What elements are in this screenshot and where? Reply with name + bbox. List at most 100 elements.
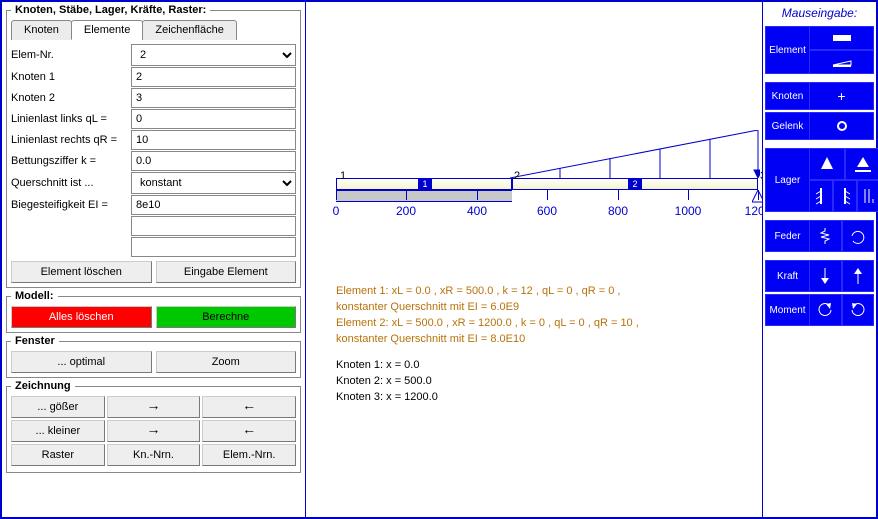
knoten2-input[interactable]: [131, 88, 296, 108]
zeichnung-fieldset: Zeichnung ... gößer → ← ... kleiner → ← …: [6, 380, 301, 473]
node-number-2: 2: [514, 170, 520, 182]
tool-label-element: Element: [765, 26, 809, 74]
input-element-button[interactable]: Eingabe Element: [156, 261, 297, 283]
tab-zeichenflaeche[interactable]: Zeichenfläche: [142, 20, 237, 40]
arrow-right-button-2[interactable]: →: [107, 420, 201, 442]
ei-label: Biegesteifigkeit EI =: [11, 199, 131, 211]
axis-label: 800: [608, 204, 628, 218]
elem-nrn-button[interactable]: Elem.-Nrn.: [202, 444, 296, 466]
tool-group-knoten: Knoten +: [765, 82, 874, 110]
element-tag-1: 1: [418, 179, 432, 189]
optimal-button[interactable]: ... optimal: [11, 351, 152, 373]
tool-feder-rotational[interactable]: [842, 220, 875, 252]
tool-label-moment: Moment: [765, 294, 809, 326]
dash-support-icon: [858, 185, 878, 207]
arrow-right-button[interactable]: →: [107, 396, 201, 418]
fixed-right-icon: [834, 185, 856, 207]
quer-label: Querschnitt ist ...: [11, 177, 131, 189]
tool-lager-dash[interactable]: [857, 180, 878, 212]
knoten1-input[interactable]: [131, 67, 296, 87]
spacer-input-1[interactable]: [131, 216, 296, 236]
tool-lager-pinned[interactable]: [809, 148, 845, 180]
quer-select[interactable]: konstant: [131, 172, 296, 194]
tool-lager-fixed-left[interactable]: [809, 180, 833, 212]
mouse-input-title: Mauseingabe:: [782, 4, 857, 26]
arrow-left-icon: ←: [242, 421, 256, 437]
tool-moment-cw[interactable]: [842, 294, 875, 326]
delete-all-button[interactable]: Alles löschen: [11, 306, 152, 328]
beam-rect-icon: [831, 27, 853, 49]
tool-label-lager: Lager: [765, 148, 809, 212]
roller-support-icon: [852, 153, 874, 175]
calculate-button[interactable]: Berechne: [156, 306, 297, 328]
beam-trapezoid-icon: [831, 51, 853, 73]
tab-elemente[interactable]: Elemente: [71, 20, 143, 40]
beam-diagram: 1 2 1 2 3 0 200 400 600 800 1000 1200: [336, 152, 762, 272]
tool-feder-linear[interactable]: [809, 220, 842, 252]
properties-fieldset: Knoten, Stäbe, Lager, Kräfte, Raster: Kn…: [6, 4, 301, 288]
qr-input[interactable]: [131, 130, 296, 150]
axis-tick: [336, 190, 337, 200]
kn-nrn-button[interactable]: Kn.-Nrn.: [107, 444, 201, 466]
tab-knoten[interactable]: Knoten: [11, 20, 72, 40]
elem-nr-select[interactable]: 2: [131, 44, 296, 66]
drawing-canvas[interactable]: 1 2 1 2 3 0 200 400 600 800 1000 1200 El…: [306, 2, 762, 517]
arrow-left-icon: ←: [242, 397, 256, 413]
moment-cw-icon: [847, 299, 869, 321]
tool-group-element: Element: [765, 26, 874, 74]
tabs: Knoten Elemente Zeichenfläche: [11, 20, 296, 40]
node-number-1: 1: [340, 170, 346, 182]
left-panel: Knoten, Stäbe, Lager, Kräfte, Raster: Kn…: [2, 2, 306, 517]
spacer-input-2[interactable]: [131, 237, 296, 257]
tool-kraft-down[interactable]: [809, 260, 842, 292]
right-toolbar: Mauseingabe: Element Knoten + Gelenk Lag…: [762, 2, 876, 517]
info-knoten-2: Knoten 2: x = 500.0: [336, 374, 639, 390]
ql-input[interactable]: [131, 109, 296, 129]
spring-icon: [814, 225, 836, 247]
knoten1-label: Knoten 1: [11, 71, 131, 83]
tool-lager-roller[interactable]: [845, 148, 878, 180]
tool-kraft-up[interactable]: [842, 260, 875, 292]
tool-group-lager: Lager: [765, 148, 874, 212]
info-element-1b: konstanter Querschnitt mit EI = 6.0E9: [336, 300, 639, 316]
element-tag-2: 2: [628, 179, 642, 189]
properties-legend: Knoten, Stäbe, Lager, Kräfte, Raster:: [11, 4, 210, 16]
raster-button[interactable]: Raster: [11, 444, 105, 466]
hinge-icon: [831, 115, 853, 137]
moment-ccw-icon: [814, 299, 836, 321]
bett-label: Bettungsziffer k =: [11, 155, 131, 167]
info-element-2a: Element 2: xL = 500.0 , xR = 1200.0 , k …: [336, 316, 639, 332]
tool-beam-rect[interactable]: [809, 26, 874, 50]
arrow-right-icon: →: [147, 421, 161, 437]
fixed-left-icon: [810, 185, 832, 207]
axis-label: 1000: [675, 204, 702, 218]
tool-moment-ccw[interactable]: [809, 294, 842, 326]
tool-group-moment: Moment: [765, 294, 874, 326]
axis-tick: [688, 190, 689, 200]
bigger-button[interactable]: ... gößer: [11, 396, 105, 418]
pinned-support-icon: [816, 153, 838, 175]
tool-label-feder: Feder: [765, 220, 809, 252]
tool-lager-fixed-right[interactable]: [833, 180, 857, 212]
axis-label: 0: [333, 204, 340, 218]
elem-nr-label: Elem-Nr.: [11, 49, 131, 61]
arrow-left-button-2[interactable]: ←: [202, 420, 296, 442]
arrow-left-button[interactable]: ←: [202, 396, 296, 418]
smaller-button[interactable]: ... kleiner: [11, 420, 105, 442]
modell-fieldset: Modell: Alles löschen Berechne: [6, 290, 301, 333]
tool-beam-trapezoid[interactable]: [809, 50, 874, 74]
axis-tick: [406, 190, 407, 200]
tool-knoten-add[interactable]: +: [809, 82, 874, 110]
ei-input[interactable]: [131, 195, 296, 215]
info-text: Element 1: xL = 0.0 , xR = 500.0 , k = 1…: [336, 284, 639, 406]
elastic-foundation: [336, 190, 512, 202]
zoom-button[interactable]: Zoom: [156, 351, 297, 373]
info-element-1a: Element 1: xL = 0.0 , xR = 500.0 , k = 1…: [336, 284, 639, 300]
tool-group-feder: Feder: [765, 220, 874, 252]
axis-label: 400: [467, 204, 487, 218]
bett-input[interactable]: [131, 151, 296, 171]
tool-gelenk[interactable]: [809, 112, 874, 140]
delete-element-button[interactable]: Element löschen: [11, 261, 152, 283]
plus-icon: +: [837, 88, 845, 104]
pinned-support-icon: [752, 190, 762, 204]
